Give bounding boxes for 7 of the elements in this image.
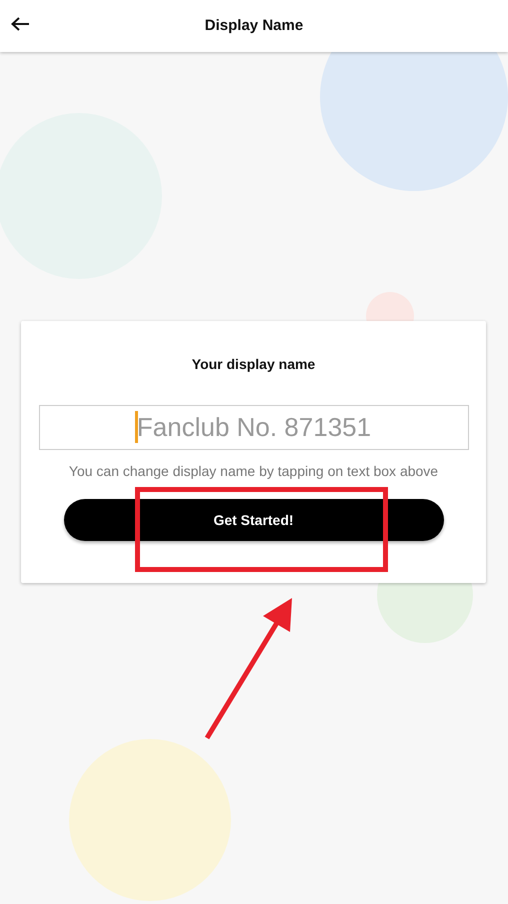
card-title: Your display name: [190, 355, 316, 374]
back-arrow-icon: [10, 16, 30, 32]
get-started-button[interactable]: Get Started!: [64, 499, 444, 541]
hint-text: You can change display name by tapping on text box above: [68, 462, 440, 481]
screen-title: Display Name: [204, 16, 304, 36]
text-cursor: [135, 411, 138, 443]
input-field[interactable]: Fanclub No. 871351: [39, 405, 469, 450]
